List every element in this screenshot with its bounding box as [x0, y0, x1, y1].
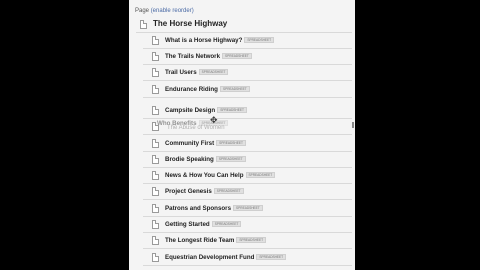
spreadsheet-tag: SPREADSHEET: [198, 69, 229, 75]
page-title[interactable]: Endurance Riding SPREADSHEET: [165, 86, 250, 93]
page-title[interactable]: Getting Started SPREADSHEET: [165, 221, 242, 228]
page-icon: [152, 52, 159, 61]
spreadsheet-tag: SPREADSHEET: [211, 221, 242, 227]
enable-reorder-link[interactable]: (enable reorder): [151, 8, 194, 14]
page-icon: [152, 85, 159, 94]
spreadsheet-tag: SPREADSHEET: [245, 172, 276, 178]
spreadsheet-tag: SPREADSHEET: [215, 156, 246, 162]
spreadsheet-tag: SPREADSHEET: [213, 188, 244, 194]
page-icon: [152, 220, 159, 229]
page-label: Page: [135, 8, 150, 14]
root-page-title[interactable]: The Horse Highway: [153, 19, 227, 28]
page-icon: [140, 20, 147, 29]
spreadsheet-tag: SPREADSHEET: [236, 237, 267, 243]
page-icon: [152, 253, 159, 262]
page-title[interactable]: The Longest Ride Team SPREADSHEET: [165, 237, 267, 244]
page-row[interactable]: Endurance Riding SPREADSHEET: [143, 82, 352, 98]
spreadsheet-tag: SPREADSHEET: [244, 37, 275, 43]
page-header: Page (enable reorder): [135, 8, 194, 14]
spreadsheet-tag: SPREADSHEET: [219, 86, 250, 92]
page-icon: [152, 36, 159, 45]
page-row[interactable]: What is a Horse Highway? SPREADSHEET: [143, 33, 352, 49]
page-tree-panel: Page (enable reorder) The Horse Highway …: [129, 0, 355, 270]
spreadsheet-tag: SPREADSHEET: [222, 53, 252, 59]
page-title[interactable]: The Trails Network SPREADSHEET: [165, 53, 252, 60]
page-title[interactable]: Equestrian Development Fund SPREADSHEET: [165, 254, 287, 261]
page-icon: [152, 236, 159, 245]
page-icon: [152, 68, 159, 77]
page-title[interactable]: Trail Users SPREADSHEET: [165, 69, 229, 76]
page-title[interactable]: News & How You Can Help SPREADSHEET: [165, 172, 276, 179]
page-icon: [152, 204, 159, 213]
page-icon: [152, 139, 159, 148]
page-row[interactable]: Getting Started SPREADSHEET: [143, 217, 352, 233]
page-row[interactable]: Patrons and Sponsors SPREADSHEET: [143, 201, 352, 217]
page-row[interactable]: The Trails Network SPREADSHEET: [143, 49, 352, 65]
page-row[interactable]: The Longest Ride Team SPREADSHEET: [143, 233, 352, 249]
page-title[interactable]: Community First SPREADSHEET: [165, 140, 246, 147]
page-title[interactable]: Campsite Design SPREADSHEET: [165, 107, 247, 114]
page-row[interactable]: Brodie Speaking SPREADSHEET: [143, 152, 352, 168]
root-page-row[interactable]: The Horse Highway: [136, 17, 352, 33]
page-icon: [152, 155, 159, 164]
page-row[interactable]: Campsite Design SPREADSHEET: [143, 103, 352, 119]
page-icon: [152, 171, 159, 180]
page-row[interactable]: Project Genesis SPREADSHEET: [143, 184, 352, 200]
spreadsheet-tag: SPREADSHEET: [233, 205, 263, 211]
page-title[interactable]: What is a Horse Highway? SPREADSHEET: [165, 37, 275, 44]
page-title[interactable]: Project Genesis SPREADSHEET: [165, 188, 244, 195]
spreadsheet-tag: SPREADSHEET: [217, 107, 247, 113]
scroll-handle[interactable]: [352, 122, 354, 128]
page-icon: [152, 106, 159, 115]
page-row[interactable]: Equestrian Development Fund SPREADSHEET: [143, 250, 352, 266]
page-title[interactable]: Patrons and Sponsors SPREADSHEET: [165, 205, 263, 212]
spreadsheet-tag: SPREADSHEET: [216, 140, 246, 146]
page-title[interactable]: Brodie Speaking SPREADSHEET: [165, 156, 246, 163]
page-row[interactable]: News & How You Can Help SPREADSHEET: [143, 168, 352, 184]
spreadsheet-tag: SPREADSHEET: [256, 254, 287, 260]
page-icon: [152, 187, 159, 196]
move-cursor-icon: ✥: [210, 115, 218, 125]
page-row[interactable]: Trail Users SPREADSHEET: [143, 65, 352, 81]
page-row[interactable]: Community First SPREADSHEET: [143, 136, 352, 152]
